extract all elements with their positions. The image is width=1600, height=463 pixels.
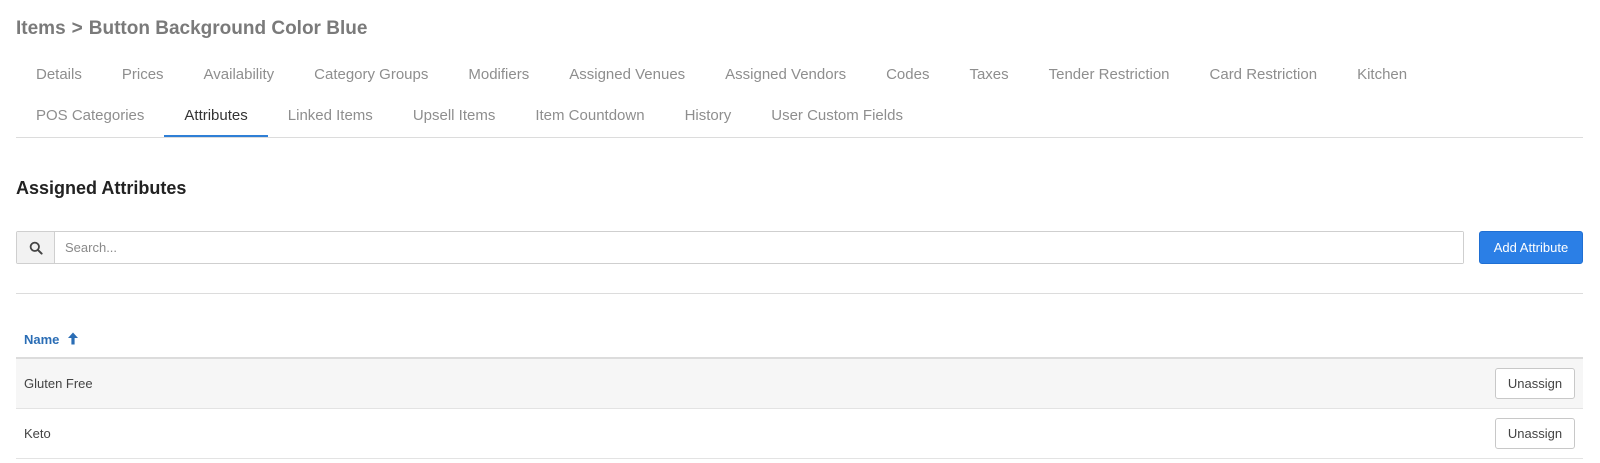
tab-pos-categories[interactable]: POS Categories — [16, 96, 164, 136]
tab-codes[interactable]: Codes — [866, 55, 949, 95]
attribute-name: Keto — [24, 426, 51, 441]
breadcrumb-separator: > — [71, 18, 83, 39]
tab-details[interactable]: Details — [16, 55, 102, 95]
attribute-name: Gluten Free — [24, 376, 93, 391]
tab-linked-items[interactable]: Linked Items — [268, 96, 393, 136]
section-title: Assigned Attributes — [16, 178, 187, 198]
tab-assigned-venues[interactable]: Assigned Venues — [549, 55, 705, 95]
tab-tender-restriction[interactable]: Tender Restriction — [1029, 55, 1190, 95]
tab-assigned-vendors[interactable]: Assigned Vendors — [705, 55, 866, 95]
tab-availability[interactable]: Availability — [184, 55, 295, 95]
table-row: Keto Unassign — [16, 409, 1583, 459]
search-input[interactable] — [55, 232, 1463, 263]
attributes-table: Name Gluten Free Unassign Keto Unassign — [16, 322, 1583, 459]
table-row: Gluten Free Unassign — [16, 359, 1583, 409]
add-attribute-button[interactable]: Add Attribute — [1479, 231, 1583, 264]
tab-modifiers[interactable]: Modifiers — [448, 55, 549, 95]
search-group — [16, 231, 1464, 264]
tab-taxes[interactable]: Taxes — [949, 55, 1028, 95]
tab-history[interactable]: History — [665, 96, 752, 136]
tab-prices[interactable]: Prices — [102, 55, 184, 95]
breadcrumb-parent[interactable]: Items — [16, 18, 66, 40]
tab-kitchen[interactable]: Kitchen — [1337, 55, 1427, 95]
unassign-button[interactable]: Unassign — [1495, 368, 1575, 399]
tabs-row-2: POS Categories Attributes Linked Items U… — [16, 96, 923, 137]
section-divider — [16, 293, 1583, 294]
tab-user-custom-fields[interactable]: User Custom Fields — [751, 96, 923, 136]
tab-attributes[interactable]: Attributes — [164, 96, 269, 137]
breadcrumb: Items > Button Background Color Blue — [16, 18, 367, 40]
tab-item-countdown[interactable]: Item Countdown — [515, 96, 664, 136]
tabs-divider — [16, 137, 1583, 138]
search-icon — [17, 232, 55, 263]
unassign-button[interactable]: Unassign — [1495, 418, 1575, 449]
page-title: Button Background Color Blue — [88, 18, 368, 39]
tab-upsell-items[interactable]: Upsell Items — [393, 96, 516, 136]
name-column-header[interactable]: Name — [24, 332, 79, 348]
table-header: Name — [16, 322, 1583, 359]
tab-category-groups[interactable]: Category Groups — [294, 55, 448, 95]
arrow-up-icon — [67, 332, 79, 348]
tabs-row-1: Details Prices Availability Category Gro… — [16, 55, 1427, 95]
name-column-label: Name — [24, 332, 60, 347]
tab-card-restriction[interactable]: Card Restriction — [1190, 55, 1338, 95]
